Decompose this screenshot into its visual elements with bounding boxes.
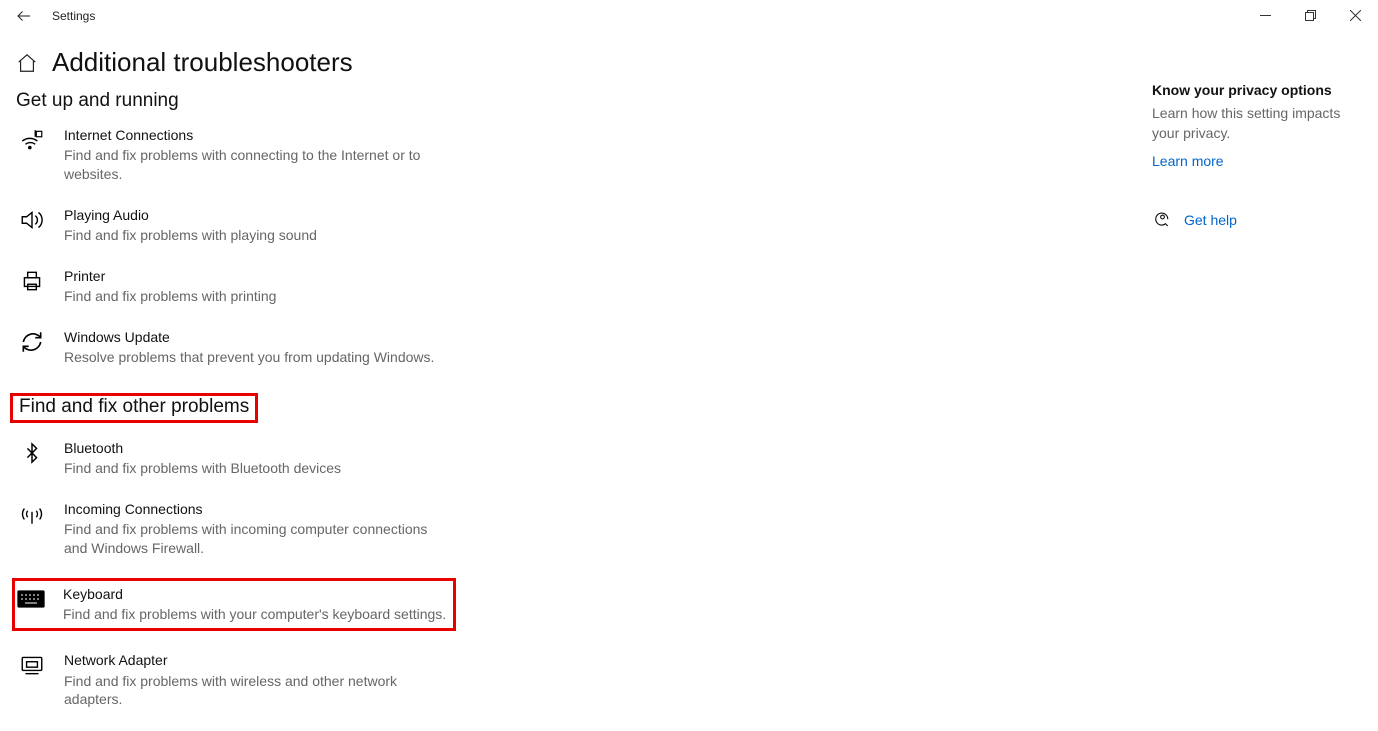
ts-title: Printer [64,267,444,285]
ts-item-keyboard[interactable]: Keyboard Find and fix problems with your… [12,578,456,631]
keyboard-icon [17,585,45,613]
main-content: Get up and running Internet Connections … [16,84,776,731]
side-heading: Know your privacy options [1152,82,1362,98]
ts-item-incoming-connections[interactable]: Incoming Connections Find and fix proble… [16,498,446,560]
close-icon [1350,10,1361,21]
ts-title: Incoming Connections [64,500,444,518]
printer-icon [18,267,46,295]
page-title: Additional troubleshooters [52,47,353,78]
troubleshooter-list-other: Bluetooth Find and fix problems with Blu… [16,437,446,731]
ts-item-internet-connections[interactable]: Internet Connections Find and fix proble… [16,124,446,186]
titlebar: Settings [0,0,1378,32]
sync-icon [18,328,46,356]
window-controls [1243,0,1378,30]
side-panel: Know your privacy options Learn how this… [1152,82,1362,229]
ts-desc: Find and fix problems with playing sound [64,226,444,245]
ts-title: Bluetooth [64,439,444,457]
ts-title: Network Adapter [64,651,444,669]
close-button[interactable] [1333,0,1378,30]
maximize-button[interactable] [1288,0,1333,30]
back-button[interactable] [6,0,42,32]
ts-item-network-adapter[interactable]: Network Adapter Find and fix problems wi… [16,649,446,711]
minimize-button[interactable] [1243,0,1288,30]
ts-title: Windows Update [64,328,444,346]
ts-item-printer[interactable]: Printer Find and fix problems with print… [16,265,446,308]
speaker-icon [18,206,46,234]
ts-desc: Find and fix problems with wireless and … [64,672,444,710]
ts-title: Playing Audio [64,206,444,224]
antenna-icon [18,500,46,528]
highlight-section-heading: Find and fix other problems [10,393,258,423]
arrow-left-icon [15,7,33,25]
bluetooth-icon [18,439,46,467]
section-heading-other: Find and fix other problems [13,396,249,418]
ts-title: Internet Connections [64,126,444,144]
learn-more-link[interactable]: Learn more [1152,153,1362,169]
ts-desc: Find and fix problems with printing [64,287,444,306]
get-help-link[interactable]: Get help [1184,212,1237,228]
home-icon[interactable] [16,52,38,74]
side-desc: Learn how this setting impacts your priv… [1152,104,1362,143]
ts-desc: Find and fix problems with incoming comp… [64,520,444,558]
ts-item-playing-audio[interactable]: Playing Audio Find and fix problems with… [16,204,446,247]
ts-desc: Find and fix problems with Bluetooth dev… [64,459,444,478]
network-adapter-icon [18,651,46,679]
get-help-row[interactable]: Get help [1152,211,1362,229]
app-title: Settings [52,9,95,23]
section-heading-get-up: Get up and running [16,90,179,112]
troubleshooter-list-get-up: Internet Connections Find and fix proble… [16,124,446,369]
ts-item-bluetooth[interactable]: Bluetooth Find and fix problems with Blu… [16,437,446,480]
maximize-icon [1305,10,1316,21]
ts-item-windows-update[interactable]: Windows Update Resolve problems that pre… [16,326,446,369]
ts-desc: Find and fix problems with connecting to… [64,146,444,184]
ts-desc: Resolve problems that prevent you from u… [64,348,444,367]
page-header: Additional troubleshooters [0,32,1378,84]
help-icon [1152,211,1170,229]
ts-title: Keyboard [63,585,447,603]
minimize-icon [1260,10,1271,21]
wifi-icon [18,126,46,154]
ts-desc: Find and fix problems with your computer… [63,605,447,624]
